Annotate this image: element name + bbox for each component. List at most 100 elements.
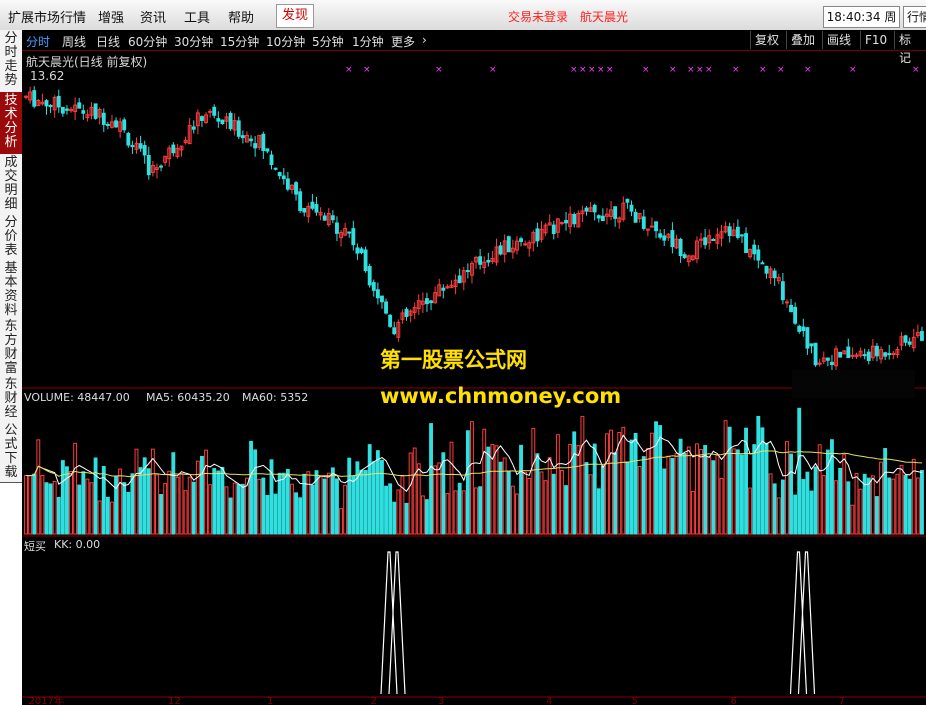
candle-body [682, 254, 687, 258]
volume-bar [613, 452, 618, 535]
volume-bar [294, 492, 298, 535]
candle-body [77, 102, 82, 109]
volume-bar [310, 484, 315, 535]
candle-body [772, 270, 777, 279]
candle-body [65, 108, 69, 111]
volume-bar [179, 473, 184, 535]
volume-bar [118, 468, 123, 535]
volume-bar [392, 501, 397, 535]
volume-bar [519, 444, 523, 535]
candle-body [789, 304, 793, 313]
volume-bar [690, 491, 695, 535]
volume-bar [404, 502, 409, 535]
candle-body [261, 133, 266, 151]
candle-body [302, 207, 307, 213]
volume-bar [555, 434, 560, 535]
volume-bar [785, 441, 789, 535]
volume-bar [482, 428, 487, 535]
candle-body [314, 204, 319, 213]
volume-bar [764, 442, 769, 535]
volume-bar [363, 470, 368, 535]
volume-bar [584, 462, 589, 535]
candle-body [764, 265, 769, 274]
volume-bar [875, 496, 879, 535]
volume-bar [813, 466, 818, 535]
signal-marker: × [696, 65, 704, 75]
volume-bar [273, 493, 278, 535]
volume-bar [699, 448, 703, 535]
volume-bar [40, 474, 45, 535]
volume-bar [253, 449, 258, 535]
volume-bar [28, 475, 33, 535]
candle-body [138, 143, 143, 149]
candle-body [838, 351, 843, 358]
volume-bar [65, 466, 69, 535]
volume-bar [502, 457, 507, 535]
volume-bar [891, 478, 896, 535]
volume-bar [870, 475, 875, 535]
candle-body [105, 123, 110, 126]
volume-bar [52, 480, 57, 535]
signal-marker: × [849, 65, 857, 75]
candle-body [216, 118, 221, 122]
volume-bar [73, 442, 78, 535]
volume-bar [576, 445, 581, 535]
volume-bar [780, 479, 785, 535]
volume-bar [330, 467, 335, 535]
candle-body [817, 362, 822, 365]
volume-bar [195, 460, 200, 535]
volume-bar [261, 477, 266, 535]
candle-body [457, 275, 462, 284]
volume-label: VOLUME: 48447.00 [24, 391, 130, 404]
candle-body [404, 308, 409, 317]
candle-body [101, 112, 106, 125]
volume-bar [32, 473, 37, 535]
volume-bar [445, 493, 450, 535]
candle-body [760, 262, 765, 265]
volume-bar [654, 421, 658, 535]
candle-body [281, 175, 286, 180]
volume-bar [290, 483, 294, 535]
volume-bar [326, 472, 331, 535]
volume-bar [36, 439, 41, 535]
candle-body [830, 361, 834, 366]
volume-bar [171, 452, 176, 535]
volume-bar [453, 490, 458, 535]
volume-bar [416, 463, 421, 535]
signal-marker: × [912, 65, 920, 75]
candle-body [801, 326, 806, 332]
candle-body [523, 243, 528, 246]
volume-bar [625, 461, 630, 535]
candle-body [93, 103, 98, 119]
volume-bar [658, 425, 663, 535]
candle-body [441, 287, 446, 291]
candle-body [498, 245, 503, 255]
signal-marker: × [777, 65, 785, 75]
candle-body [114, 120, 118, 128]
volume-bar [715, 454, 720, 535]
candle-body [678, 238, 683, 257]
candle-body [269, 154, 274, 166]
volume-bar [592, 443, 597, 535]
volume-bar [228, 497, 233, 535]
volume-bar [89, 482, 94, 535]
volume-bar [208, 484, 213, 535]
candle-body [813, 342, 818, 366]
candle-body [273, 167, 278, 170]
candle-body [335, 222, 339, 234]
volume-bar [306, 471, 311, 535]
volume-bar [895, 473, 900, 535]
volume-bar [846, 481, 851, 535]
candle-body [793, 306, 798, 324]
signal-marker: × [588, 65, 596, 75]
volume-bar [335, 478, 339, 535]
candle-body [130, 145, 135, 148]
candle-body [650, 225, 654, 228]
signal-marker: × [687, 65, 695, 75]
candle-body [32, 90, 37, 107]
volume-bar [114, 475, 118, 535]
candle-body [658, 233, 663, 238]
volume-bar [150, 448, 155, 535]
candle-body [478, 256, 483, 265]
candle-body [805, 327, 810, 349]
